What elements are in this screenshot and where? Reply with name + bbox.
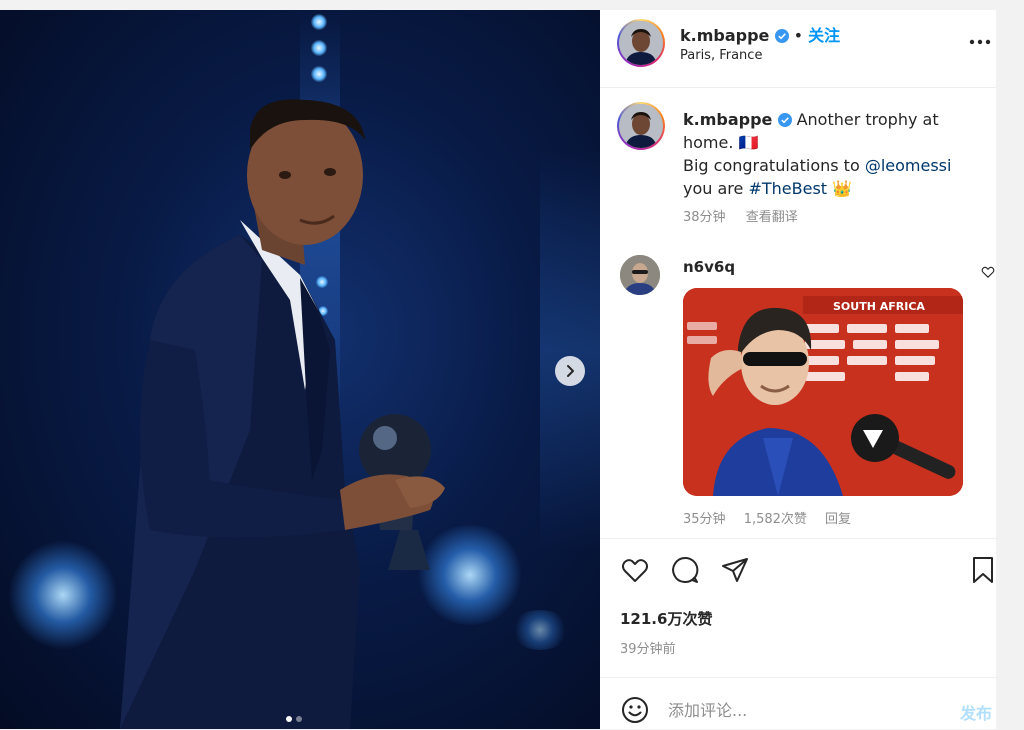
caption-username[interactable]: k.mbappe (683, 110, 772, 129)
post-time[interactable]: 39分钟前 (620, 638, 676, 657)
player-figure (120, 99, 445, 729)
more-options-icon[interactable] (968, 32, 992, 52)
caption-time[interactable]: 38分钟 (683, 210, 726, 225)
actions-divider (600, 538, 996, 539)
caption-line-2: home. 🇫🇷 (683, 133, 759, 152)
reply-button[interactable]: 回复 (825, 512, 851, 527)
avatar-face (619, 21, 663, 65)
header-username-row: k.mbappe • 关注 (680, 22, 840, 46)
carousel-next-button[interactable] (555, 356, 585, 386)
share-icon[interactable] (720, 555, 750, 585)
caption-line-1: Another trophy at (796, 110, 939, 129)
avatar-face (619, 104, 663, 148)
chevron-right-icon (567, 365, 574, 377)
comment-icon[interactable] (670, 555, 700, 585)
post-comment-button[interactable]: 发布 (960, 700, 992, 724)
caption-meta: 38分钟 查看翻译 (683, 206, 814, 225)
likes-count[interactable]: 121.6万次赞 (620, 608, 712, 629)
crown-emoji: 👑 (832, 179, 853, 198)
caption-line-4: you are (683, 179, 749, 198)
comment-meta: 35分钟 1,582次赞 回复 (683, 508, 865, 527)
author-avatar[interactable] (617, 19, 665, 67)
translate-link[interactable]: 查看翻译 (746, 210, 798, 225)
author-username[interactable]: k.mbappe (680, 26, 769, 45)
carousel-dot (296, 716, 302, 722)
heart-icon[interactable] (981, 265, 995, 279)
caption-author-avatar[interactable] (617, 102, 665, 150)
post-photo (0, 10, 600, 729)
carousel-dot (286, 716, 292, 722)
caption-line-3: Big congratulations to (683, 156, 865, 175)
gif-frame: SOUTH AFRICA (683, 288, 963, 496)
header-separator: • (793, 26, 804, 45)
gif-board-text: SOUTH AFRICA (833, 300, 925, 313)
verified-badge-icon (774, 29, 789, 43)
comment-bar: 发布 (600, 677, 996, 730)
post-location[interactable]: Paris, France (680, 48, 762, 63)
post-header: k.mbappe • 关注 Paris, France (600, 10, 996, 88)
emoji-icon[interactable] (620, 695, 650, 725)
follow-button[interactable]: 关注 (808, 26, 840, 45)
avatar-photo (619, 21, 663, 65)
comment-likes[interactable]: 1,582次赞 (744, 512, 807, 527)
hashtag-link[interactable]: #TheBest (748, 179, 827, 198)
commenter-avatar[interactable] (620, 255, 660, 295)
mention-link[interactable]: @leomessi (865, 156, 952, 175)
carousel-indicator (286, 716, 302, 722)
bookmark-icon[interactable] (968, 555, 998, 585)
comment-time[interactable]: 35分钟 (683, 512, 726, 527)
caption-text: k.mbappe Another trophy at home. 🇫🇷 Big … (683, 108, 983, 200)
avatar-photo (619, 104, 663, 148)
commenter-username[interactable]: n6v6q (683, 258, 735, 276)
instagram-post: k.mbappe • 关注 Paris, France k.mbappe Ano… (0, 10, 996, 729)
heart-icon[interactable] (620, 555, 650, 585)
post-sidebar: k.mbappe • 关注 Paris, France k.mbappe Ano… (600, 10, 996, 729)
avatar-face (620, 255, 660, 295)
comment-input[interactable] (668, 698, 928, 722)
verified-badge-icon (777, 113, 792, 127)
comment-gif[interactable]: SOUTH AFRICA (683, 288, 963, 496)
